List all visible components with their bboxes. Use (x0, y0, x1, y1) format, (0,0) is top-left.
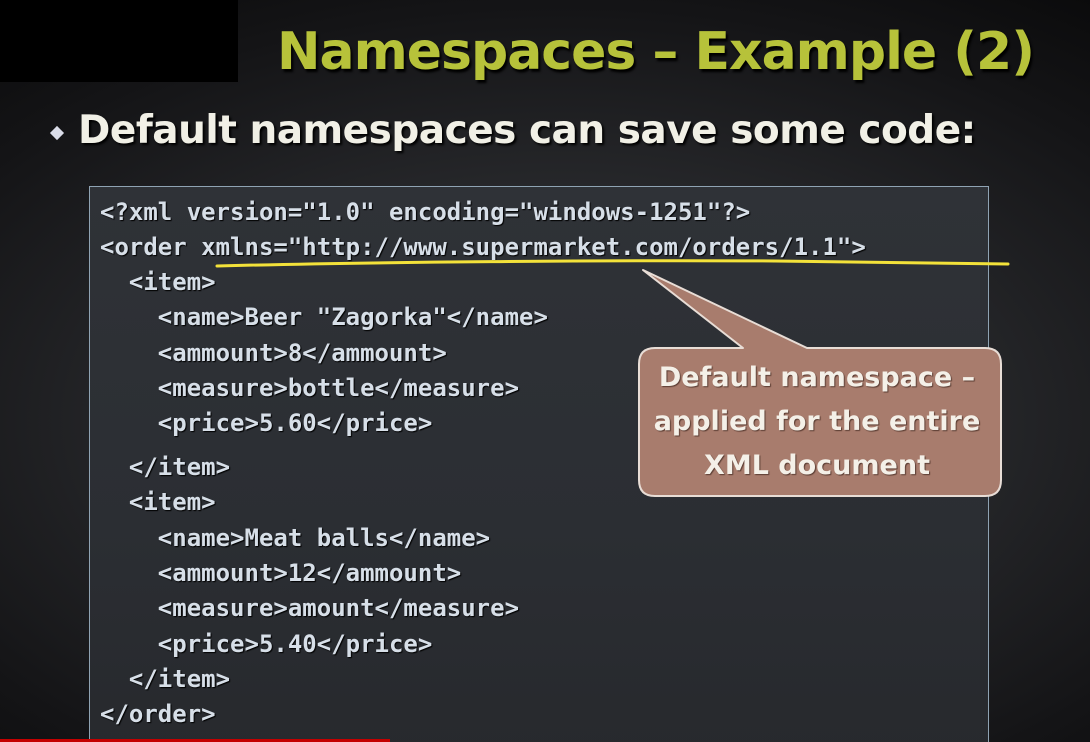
code-line: <price>5.60</price> (100, 409, 433, 437)
code-line: <measure>amount</measure> (100, 594, 520, 622)
code-line: <name>Beer "Zagorka"</name> (100, 303, 548, 331)
code-line: </item> (100, 453, 231, 481)
code-line: </item> (100, 665, 231, 693)
code-line: <?xml version="1.0" encoding="windows-12… (100, 198, 751, 226)
code-line: <item> (100, 268, 216, 296)
callout-text: Default namespace – applied for the enti… (640, 356, 994, 488)
slide-title: Namespaces – Example (2) (276, 22, 1035, 82)
code-line: <name>Meat balls</name> (100, 524, 491, 552)
code-line: </order> (100, 700, 216, 728)
callout-line: Default namespace – (658, 362, 976, 393)
code-line: <item> (100, 488, 216, 516)
bullet-text: Default namespaces can save some code: (78, 108, 976, 153)
slide: Namespaces – Example (2) Default namespa… (0, 0, 1090, 742)
code-line: <ammount>8</ammount> (100, 339, 447, 367)
code-line: <price>5.40</price> (100, 630, 433, 658)
code-line: <ammount>12</ammount> (100, 559, 462, 587)
bullet-point: Default namespaces can save some code: (49, 108, 976, 153)
callout-line: applied for the entire (653, 406, 981, 437)
black-corner-overlay (0, 0, 238, 82)
callout-line: XML document (704, 450, 930, 481)
code-line: <order xmlns="http://www.supermarket.com… (100, 233, 866, 261)
diamond-bullet-icon (49, 125, 65, 140)
code-line: <measure>bottle</measure> (100, 374, 520, 402)
